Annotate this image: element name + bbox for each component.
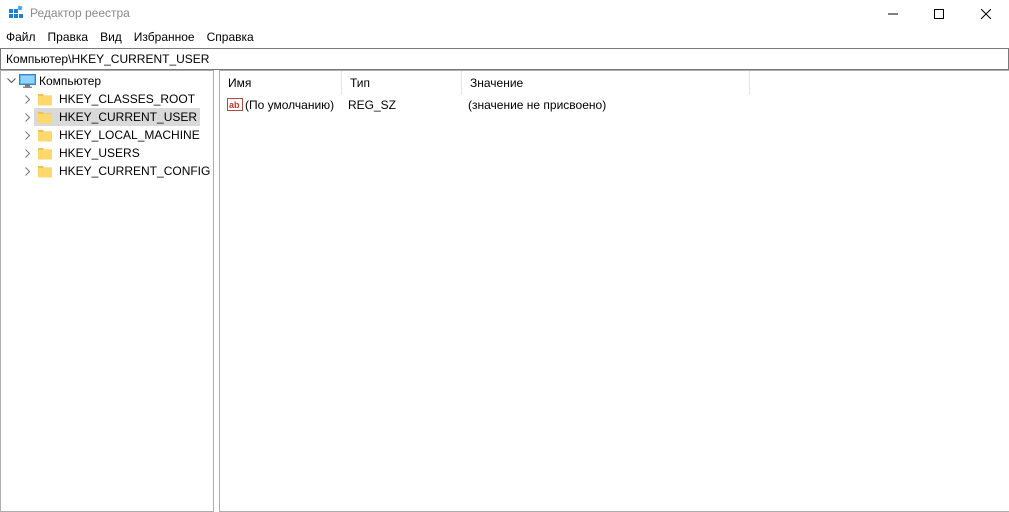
close-button[interactable] [963,0,1009,27]
tree-label: HKEY_USERS [59,146,140,160]
tree-label-computer: Компьютер [39,74,102,88]
chevron-right-icon[interactable] [22,90,34,108]
svg-text:ab: ab [229,100,240,110]
tree-label: HKEY_CURRENT_USER [59,110,198,124]
chevron-right-icon[interactable] [22,108,34,126]
value-type: REG_SZ [348,98,397,112]
tree-label: HKEY_CURRENT_CONFIG [59,164,211,178]
address-path[interactable]: Компьютер\HKEY_CURRENT_USER [6,52,209,66]
maximize-icon [934,8,944,19]
minimize-icon [888,13,898,14]
chevron-down-icon[interactable] [5,72,17,90]
maximize-button[interactable] [916,0,962,27]
column-header-type[interactable]: Тип [342,71,462,95]
folder-icon [38,112,52,124]
menu-bar: Файл Правка Вид Избранное Справка [0,27,1009,48]
tree-item-hkey-users[interactable]: HKEY_USERS [22,144,143,162]
folder-icon [38,148,52,160]
window-title: Редактор реестра [30,6,130,20]
registry-editor-window: Редактор реестра Файл Правка Вид Избранн… [0,0,1009,512]
tree-item-hkey-local-machine[interactable]: HKEY_LOCAL_MACHINE [22,126,203,144]
tree-label: HKEY_CLASSES_ROOT [59,92,196,106]
folder-icon [38,166,52,178]
menu-help[interactable]: Справка [201,27,260,48]
tree-item-hkey-current-config[interactable]: HKEY_CURRENT_CONFIG [22,162,213,180]
tree-selection-highlight: HKEY_CURRENT_USER [34,108,201,126]
tree-item-hkey-current-user[interactable]: HKEY_CURRENT_USER [22,108,201,126]
close-icon [981,8,991,19]
chevron-right-icon[interactable] [22,162,34,180]
address-bar[interactable]: Компьютер\HKEY_CURRENT_USER [0,48,1009,70]
registry-editor-icon [9,5,23,18]
tree-item-computer[interactable]: Компьютер [5,72,104,90]
folder-icon [38,130,52,142]
menu-file[interactable]: Файл [0,27,42,48]
value-name: (По умолчанию) [245,98,335,112]
menu-edit[interactable]: Правка [42,27,95,48]
title-bar[interactable]: Редактор реестра [0,0,1009,27]
menu-view[interactable]: Вид [94,27,128,48]
values-list-pane[interactable]: Имя Тип Значение ab (По умолчанию) REG_S… [219,70,1009,512]
key-tree-pane[interactable]: Компьютер HKEY_CLASSES_ROOT HKEY_CURRENT… [0,70,214,512]
tree-label: HKEY_LOCAL_MACHINE [59,128,200,142]
list-item[interactable]: ab (По умолчанию) REG_SZ (значение не пр… [220,95,1009,115]
string-value-icon: ab [227,98,243,111]
chevron-right-icon[interactable] [22,144,34,162]
menu-favorites[interactable]: Избранное [128,27,201,48]
value-data: (значение не присвоено) [468,98,607,112]
minimize-button[interactable] [870,0,916,27]
computer-icon [19,74,36,88]
column-header-value[interactable]: Значение [462,71,750,95]
chevron-right-icon[interactable] [22,126,34,144]
column-header-name[interactable]: Имя [220,71,342,95]
tree-item-hkey-classes-root[interactable]: HKEY_CLASSES_ROOT [22,90,198,108]
list-header: Имя Тип Значение [220,71,1009,95]
folder-icon [38,94,52,106]
